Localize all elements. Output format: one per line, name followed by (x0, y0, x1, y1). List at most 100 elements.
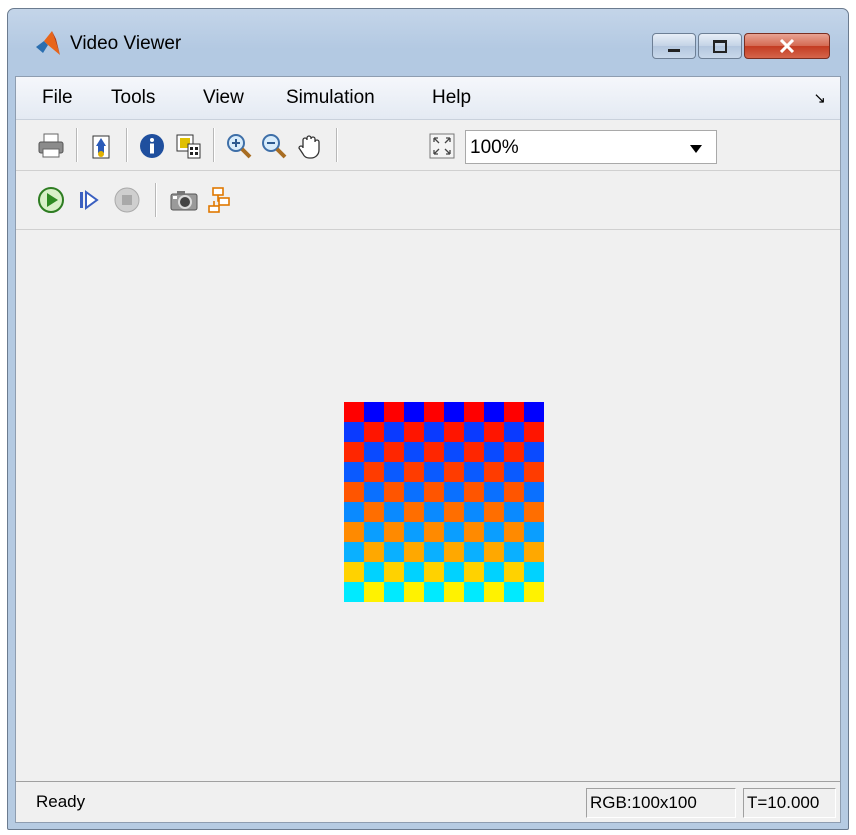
video-pixel-cell (444, 422, 464, 442)
video-viewer-window: Video Viewer File Tools View Simulation … (7, 8, 849, 830)
title-bar[interactable]: Video Viewer (8, 9, 848, 75)
video-pixel-cell (484, 502, 504, 522)
video-pixel-cell (364, 462, 384, 482)
video-pixel-cell (504, 422, 524, 442)
video-pixel-cell (404, 522, 424, 542)
video-pixel-cell (504, 582, 524, 602)
time-field: T=10.000 (743, 788, 836, 818)
video-pixel-cell (424, 562, 444, 582)
menu-file[interactable]: File (42, 87, 73, 109)
video-pixel-cell (384, 502, 404, 522)
video-pixel-cell (344, 502, 364, 522)
step-forward-icon[interactable] (74, 185, 104, 215)
zoom-level-value: 100% (470, 137, 519, 158)
video-pixel-cell (424, 502, 444, 522)
video-pixel-cell (404, 442, 424, 462)
video-pixel-cell (504, 442, 524, 462)
video-pixel-cell (364, 422, 384, 442)
video-pixel-cell (484, 442, 504, 462)
video-pixel-cell (384, 522, 404, 542)
video-pixel-cell (484, 402, 504, 422)
chevron-down-icon (690, 145, 702, 153)
video-pixel-cell (484, 542, 504, 562)
video-pixel-cell (464, 402, 484, 422)
video-pixel-cell (444, 502, 464, 522)
snapshot-icon[interactable] (169, 185, 199, 215)
video-frame (344, 402, 544, 602)
close-button[interactable] (744, 33, 830, 59)
zoom-in-icon[interactable] (224, 131, 254, 161)
video-pixel-cell (404, 562, 424, 582)
video-pixel-cell (404, 422, 424, 442)
video-pixel-cell (444, 402, 464, 422)
video-pixel-cell (484, 582, 504, 602)
minimize-icon (668, 48, 680, 52)
client-area: File Tools View Simulation Help ↘ 100% R… (15, 76, 841, 823)
colormap-icon[interactable] (173, 131, 203, 161)
pan-hand-icon[interactable] (294, 131, 324, 161)
video-pixel-cell (464, 522, 484, 542)
video-pixel-cell (424, 402, 444, 422)
video-pixel-cell (444, 462, 464, 482)
video-pixel-cell (524, 422, 544, 442)
video-pixel-cell (344, 542, 364, 562)
menu-tools[interactable]: Tools (111, 87, 155, 109)
video-pixel-cell (524, 542, 544, 562)
video-pixel-cell (384, 482, 404, 502)
video-pixel-cell (444, 542, 464, 562)
toolbar-separator (336, 128, 338, 162)
video-pixel-cell (404, 482, 424, 502)
info-icon[interactable] (137, 131, 167, 161)
toolbar-separator (155, 183, 157, 217)
video-pixel-cell (424, 442, 444, 462)
video-pixel-cell (524, 462, 544, 482)
video-pixel-cell (344, 462, 364, 482)
dock-arrow-icon[interactable]: ↘ (813, 89, 826, 107)
video-pixel-cell (484, 422, 504, 442)
video-pixel-cell (464, 542, 484, 562)
video-pixel-cell (404, 582, 424, 602)
window-title: Video Viewer (70, 33, 182, 54)
video-pixel-cell (364, 482, 384, 502)
video-pixel-cell (504, 522, 524, 542)
video-pixel-cell (484, 482, 504, 502)
zoom-out-icon[interactable] (259, 131, 289, 161)
video-display-area[interactable] (16, 230, 840, 783)
video-pixel-cell (424, 462, 444, 482)
zoom-level-select[interactable]: 100% (465, 130, 717, 164)
matlab-logo-icon (34, 29, 62, 57)
video-pixel-cell (504, 462, 524, 482)
video-pixel-cell (384, 422, 404, 442)
video-pixel-cell (344, 562, 364, 582)
toolbar-separator (213, 128, 215, 162)
video-pixel-cell (364, 402, 384, 422)
maximize-icon (713, 39, 727, 53)
video-pixel-cell (384, 582, 404, 602)
fit-to-view-icon[interactable] (427, 131, 457, 161)
video-pixel-cell (344, 442, 364, 462)
maximize-button[interactable] (698, 33, 742, 59)
video-pixel-cell (344, 422, 364, 442)
parameters-icon[interactable] (86, 131, 116, 161)
video-pixel-cell (444, 562, 464, 582)
menu-view[interactable]: View (203, 87, 244, 109)
video-pixel-cell (444, 442, 464, 462)
stop-icon[interactable] (112, 185, 142, 215)
menu-help[interactable]: Help (432, 87, 471, 109)
menu-bar: File Tools View Simulation Help ↘ (16, 77, 840, 120)
video-pixel-cell (364, 522, 384, 542)
video-pixel-cell (364, 442, 384, 462)
highlight-block-icon[interactable] (205, 185, 235, 215)
video-pixel-cell (484, 522, 504, 542)
video-pixel-cell (524, 442, 544, 462)
video-pixel-cell (504, 542, 524, 562)
video-pixel-cell (504, 482, 524, 502)
minimize-button[interactable] (652, 33, 696, 59)
status-text: Ready (36, 792, 86, 811)
video-pixel-cell (364, 542, 384, 562)
run-icon[interactable] (36, 185, 66, 215)
video-pixel-cell (424, 522, 444, 542)
menu-simulation[interactable]: Simulation (286, 87, 375, 109)
video-pixel-cell (464, 562, 484, 582)
print-icon[interactable] (36, 131, 66, 161)
